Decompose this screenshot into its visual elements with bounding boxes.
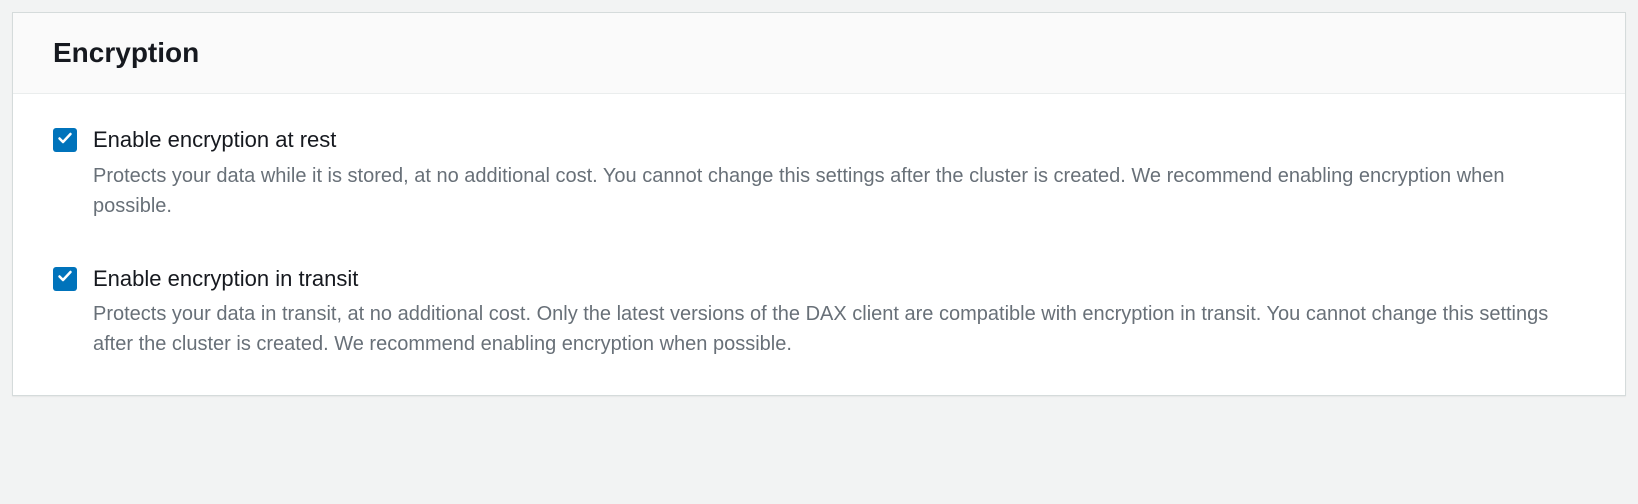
option-desc-in-transit: Protects your data in transit, at no add… xyxy=(93,299,1585,359)
option-desc-at-rest: Protects your data while it is stored, a… xyxy=(93,161,1585,221)
checkbox-encryption-in-transit[interactable] xyxy=(53,267,77,291)
check-icon xyxy=(57,268,73,289)
panel-title: Encryption xyxy=(53,37,1585,69)
checkbox-wrap xyxy=(53,267,77,291)
option-label-in-transit: Enable encryption in transit xyxy=(93,265,1585,294)
checkbox-encryption-at-rest[interactable] xyxy=(53,128,77,152)
panel-header: Encryption xyxy=(13,13,1625,94)
panel-body: Enable encryption at rest Protects your … xyxy=(13,94,1625,395)
option-encryption-at-rest: Enable encryption at rest Protects your … xyxy=(53,126,1585,221)
check-icon xyxy=(57,130,73,151)
option-text: Enable encryption in transit Protects yo… xyxy=(93,265,1585,360)
option-label-at-rest: Enable encryption at rest xyxy=(93,126,1585,155)
checkbox-wrap xyxy=(53,128,77,152)
option-encryption-in-transit: Enable encryption in transit Protects yo… xyxy=(53,265,1585,360)
encryption-panel: Encryption Enable encryption at rest Pro… xyxy=(12,12,1626,396)
option-text: Enable encryption at rest Protects your … xyxy=(93,126,1585,221)
